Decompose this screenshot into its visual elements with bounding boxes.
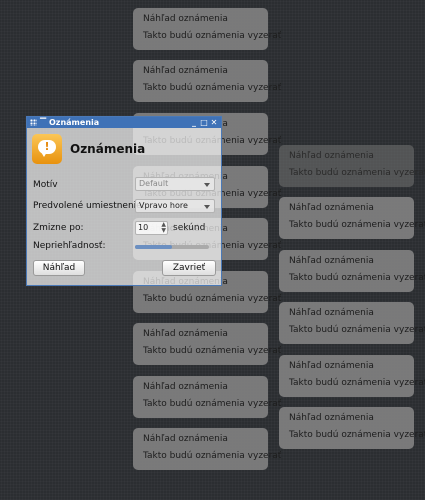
notification-preview[interactable]: Náhľad oznámenia Takto budú oznámenia vy…: [279, 302, 425, 344]
placement-select[interactable]: Vpravo hore: [135, 199, 215, 213]
dialog-header-title: Oznámenia: [70, 142, 146, 156]
notification-body: Takto budú oznámenia vyzerať: [143, 31, 282, 41]
notification-heading: Náhľad oznámenia: [143, 66, 228, 76]
notification-body: Takto budú oznámenia vyzerať: [143, 294, 282, 304]
grip-icon[interactable]: [30, 119, 37, 126]
window-title: Oznámenia: [49, 118, 100, 127]
maximize-icon[interactable]: □: [200, 117, 208, 128]
preview-button[interactable]: Náhľad: [33, 260, 85, 276]
placement-value: Vpravo hore: [139, 201, 188, 210]
placement-label: Predvolené umiestnenie:: [33, 201, 145, 211]
notification-heading: Náhľad oznámenia: [289, 308, 374, 318]
notification-bubble-icon: !: [32, 134, 62, 164]
notification-preview[interactable]: Náhľad oznámenia Takto budú oznámenia vy…: [133, 8, 282, 50]
notification-body: Takto budú oznámenia vyzerať: [143, 399, 282, 409]
close-button[interactable]: Zavrieť: [162, 260, 216, 276]
notification-heading: Náhľad oznámenia: [289, 151, 374, 161]
notification-preview[interactable]: Náhľad oznámenia Takto budú oznámenia vy…: [133, 428, 282, 470]
notification-preview[interactable]: Náhľad oznámenia Takto budú oznámenia vy…: [133, 323, 282, 365]
notification-body: Takto budú oznámenia vyzerať: [143, 83, 282, 93]
notification-preview[interactable]: Náhľad oznámenia Takto budú oznámenia vy…: [133, 60, 282, 102]
notification-body: Takto budú oznámenia vyzerať: [143, 346, 282, 356]
notification-preview[interactable]: Náhľad oznámenia Takto budú oznámenia vy…: [279, 145, 425, 187]
timeout-value: 10: [138, 223, 149, 232]
notification-body: Takto budú oznámenia vyzerať: [289, 378, 425, 388]
timeout-unit: sekúnd: [173, 223, 206, 233]
opacity-slider-fill: [135, 245, 172, 249]
notification-preview[interactable]: Náhľad oznámenia Takto budú oznámenia vy…: [279, 250, 425, 292]
theme-select[interactable]: Default: [135, 177, 215, 191]
close-icon[interactable]: ✕: [210, 117, 218, 128]
spin-arrows-icon[interactable]: ▲ ▼: [161, 222, 166, 234]
minimize-icon[interactable]: _: [190, 117, 198, 128]
chevron-down-icon: [204, 183, 210, 187]
timeout-spinbox[interactable]: 10 ▲ ▼: [135, 221, 168, 235]
notification-body: Takto budú oznámenia vyzerať: [289, 430, 425, 440]
chevron-down-icon: [204, 205, 210, 209]
notification-heading: Náhľad oznámenia: [143, 14, 228, 24]
notification-preview[interactable]: Náhľad oznámenia Takto budú oznámenia vy…: [279, 197, 425, 239]
notification-preview[interactable]: Náhľad oznámenia Takto budú oznámenia vy…: [279, 407, 425, 449]
notification-preview[interactable]: Náhľad oznámenia Takto budú oznámenia vy…: [279, 355, 425, 397]
window-menu-icon[interactable]: ▔: [40, 117, 46, 128]
opacity-slider[interactable]: [135, 245, 209, 249]
notification-preview[interactable]: Náhľad oznámenia Takto budú oznámenia vy…: [133, 376, 282, 418]
notification-heading: Náhľad oznámenia: [289, 203, 374, 213]
notification-body: Takto budú oznámenia vyzerať: [143, 451, 282, 461]
notification-heading: Náhľad oznámenia: [289, 361, 374, 371]
opacity-label: Nepriehľadnosť:: [33, 241, 106, 251]
notification-heading: Náhľad oznámenia: [289, 256, 374, 266]
timeout-label: Zmizne po:: [33, 223, 84, 233]
notification-body: Takto budú oznámenia vyzerať: [289, 168, 425, 178]
notification-heading: Náhľad oznámenia: [143, 329, 228, 339]
theme-value: Default: [139, 179, 169, 188]
notification-heading: Náhľad oznámenia: [143, 382, 228, 392]
notification-heading: Náhľad oznámenia: [143, 434, 228, 444]
window-titlebar[interactable]: ▔ Oznámenia _ □ ✕: [27, 117, 221, 128]
notification-body: Takto budú oznámenia vyzerať: [289, 220, 425, 230]
notifications-settings-dialog: ▔ Oznámenia _ □ ✕ ! Oznámenia Motív Defa…: [26, 116, 222, 286]
notification-body: Takto budú oznámenia vyzerať: [289, 273, 425, 283]
notification-body: Takto budú oznámenia vyzerať: [289, 325, 425, 335]
notification-heading: Náhľad oznámenia: [289, 413, 374, 423]
theme-label: Motív: [33, 180, 58, 190]
